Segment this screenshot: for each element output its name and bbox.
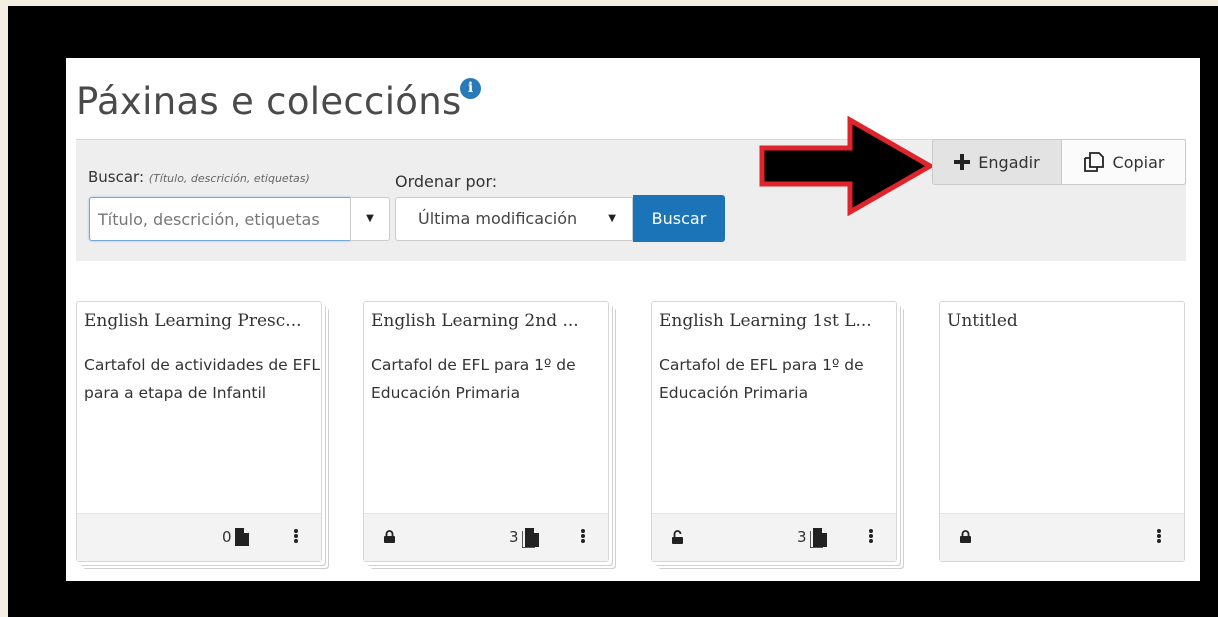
- page-content: Páxinas e coleccións i Buscar: (Título, …: [66, 58, 1200, 581]
- screenshot-frame: Páxinas e coleccións i Buscar: (Título, …: [8, 6, 1218, 617]
- sort-label: Ordenar por:: [395, 172, 498, 191]
- page-count: 0: [222, 528, 232, 546]
- lock-icon: [960, 530, 971, 543]
- card-footer: [940, 513, 1184, 561]
- unlock-icon: [672, 530, 683, 544]
- card-description: Cartafol de EFL para 1º de Educación Pri…: [371, 356, 576, 402]
- add-button-label: Engadir: [978, 152, 1040, 172]
- sort-selected-value: Última modificación: [418, 209, 578, 228]
- card-footer: 0: [77, 513, 321, 561]
- search-label: Buscar: (Título, descrición, etiquetas): [88, 168, 310, 186]
- caret-down-icon: ▼: [608, 213, 616, 224]
- document-icon: [235, 528, 249, 546]
- card-description: Cartafol de actividades de EFL para a et…: [84, 356, 320, 402]
- portfolio-card[interactable]: English Learning 1st L... Cartafol de EF…: [651, 301, 897, 562]
- page-count: 3: [509, 528, 519, 546]
- card-title[interactable]: English Learning Presc...: [84, 311, 316, 331]
- copy-button-label: Copiar: [1112, 152, 1165, 172]
- plus-icon: [954, 154, 971, 170]
- card-footer: 3: [364, 513, 608, 561]
- documents-icon: [810, 528, 827, 548]
- card-footer: 3: [652, 513, 896, 561]
- annotation-arrow: [759, 116, 936, 216]
- card-title[interactable]: English Learning 2nd ...: [371, 311, 603, 331]
- lock-icon: [384, 530, 395, 543]
- card-title[interactable]: English Learning 1st L...: [659, 311, 891, 331]
- page-count: 3: [797, 528, 807, 546]
- more-options-icon[interactable]: [1157, 529, 1161, 544]
- card-description: Cartafol de EFL para 1º de Educación Pri…: [659, 356, 864, 402]
- copy-icon: [1083, 152, 1104, 172]
- add-button[interactable]: Engadir: [932, 139, 1062, 185]
- search-input[interactable]: [89, 197, 351, 241]
- documents-icon: [522, 528, 539, 548]
- search-label-text: Buscar:: [88, 168, 145, 186]
- portfolio-card[interactable]: English Learning Presc... Cartafol de ac…: [76, 301, 322, 562]
- search-scope-dropdown[interactable]: ▼: [350, 197, 390, 241]
- card-title[interactable]: Untitled: [947, 311, 1179, 331]
- search-button[interactable]: Buscar: [633, 195, 725, 242]
- portfolio-card[interactable]: English Learning 2nd ... Cartafol de EFL…: [363, 301, 609, 562]
- info-icon[interactable]: i: [460, 78, 481, 99]
- more-options-icon[interactable]: [294, 529, 298, 544]
- page-title: Páxinas e coleccións: [76, 80, 462, 123]
- search-hint: (Título, descrición, etiquetas): [148, 172, 310, 185]
- sort-select[interactable]: Última modificación ▼: [395, 197, 633, 241]
- page-actions: Engadir Copiar: [932, 139, 1186, 186]
- more-options-icon[interactable]: [869, 529, 873, 544]
- caret-down-icon: ▼: [366, 213, 374, 224]
- copy-button[interactable]: Copiar: [1062, 139, 1186, 185]
- more-options-icon[interactable]: [581, 529, 585, 544]
- portfolio-card[interactable]: Untitled: [939, 301, 1185, 562]
